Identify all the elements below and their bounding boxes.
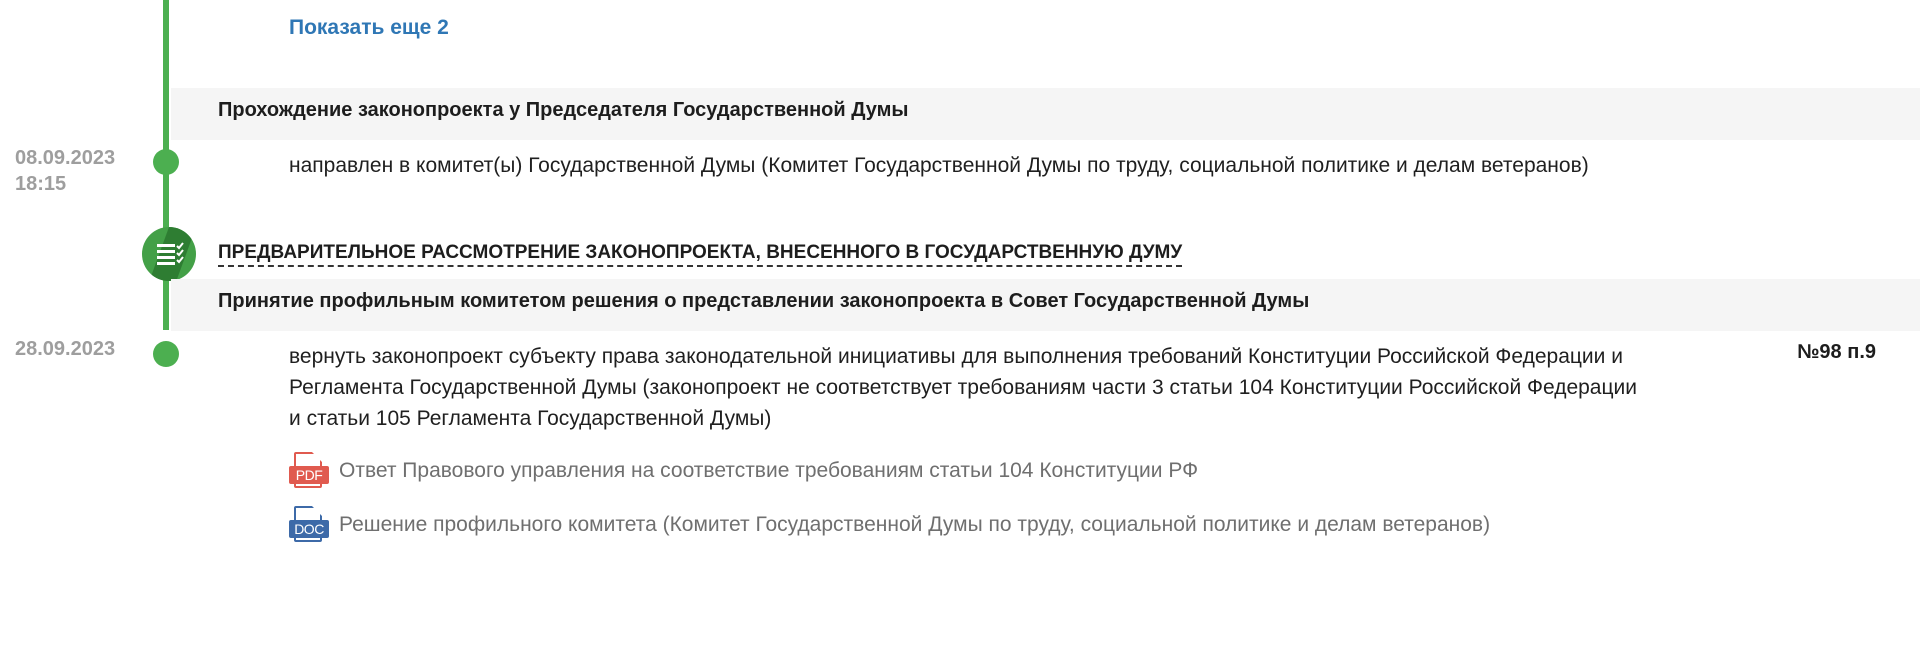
phase-title-link[interactable]: ПРЕДВАРИТЕЛЬНОЕ РАССМОТРЕНИЕ ЗАКОНОПРОЕК… <box>218 241 1183 267</box>
document-link-pdf[interactable]: PDF Ответ Правового управления на соотве… <box>289 452 1198 490</box>
protocol-number: №98 п.9 <box>1797 341 1876 363</box>
event-date-day: 08.09.2023 <box>15 147 116 169</box>
event-description: вернуть законопроект субъекту права зако… <box>289 345 1637 430</box>
phase-badge <box>142 227 196 281</box>
doc-file-icon: DOC <box>289 506 329 544</box>
document-link-doc[interactable]: DOC Решение профильного комитета (Комите… <box>289 506 1490 544</box>
document-list-icon <box>157 242 184 265</box>
event-date-day: 28.09.2023 <box>15 338 116 360</box>
pdf-file-icon: PDF <box>289 452 329 490</box>
document-label: Решение профильного комитета (Комитет Го… <box>339 513 1491 536</box>
show-more-link[interactable]: Показать еще 2 <box>289 16 449 40</box>
stage-title: Принятие профильным комитетом решения о … <box>218 290 1310 312</box>
timeline-dot <box>153 341 179 367</box>
timeline-dot <box>153 149 179 175</box>
stage-title: Прохождение законопроекта у Председателя… <box>218 99 909 121</box>
event-date: 28.09.2023 <box>15 336 115 362</box>
event-description: направлен в комитет(ы) Государственной Д… <box>289 154 1589 177</box>
document-label: Ответ Правового управления на соответств… <box>339 459 1199 482</box>
event-date-time: 18:15 <box>15 173 67 195</box>
event-date: 08.09.2023 18:15 <box>15 145 115 197</box>
